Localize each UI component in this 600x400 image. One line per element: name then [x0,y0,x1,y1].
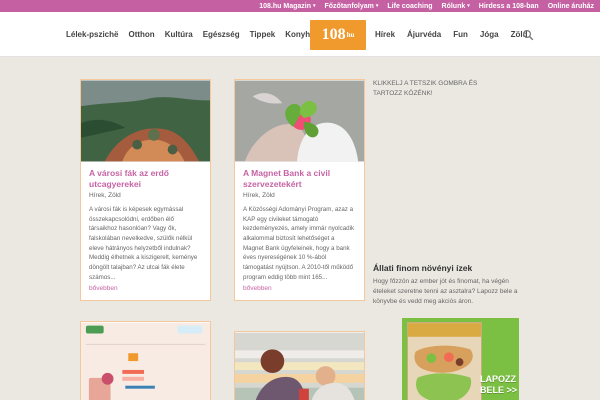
article-card-infographic[interactable] [80,321,211,400]
primary-nav-left: Lélek-pszichë Otthon Kultúra Egészség Ti… [66,12,315,57]
nav-item-joga[interactable]: Jóga [480,30,499,39]
article-card-magnet-bank[interactable]: A Magnet Bank a civil szervezetekért Hír… [234,79,365,301]
topbar-item-label: Online áruház [547,2,594,10]
book-promo-text: Hogy főzzön az ember jót és finomat, ha … [373,278,518,306]
article-card-supermarket[interactable] [234,331,365,400]
book-promo-title[interactable]: Állati finom növényi ízek [373,263,472,273]
facebook-invite-text: KLIKKELJ A TETSZIK GOMBRA ÉS TARTOZZ KÖZ… [373,80,478,98]
nav-item-egeszseg[interactable]: Egészség [203,30,240,39]
chevron-down-icon: ▾ [312,3,316,9]
chevron-down-icon: ▾ [467,3,470,9]
nav-item-lelek-psziche[interactable]: Lélek-pszichë [66,30,118,39]
article-categories[interactable]: Hírek, Zöld [243,192,356,199]
infographic-thumbnail[interactable] [81,322,210,400]
topbar-item-hirdess[interactable]: Hirdess a 108-ban [479,3,539,10]
top-utility-menu: 108.hu Magazin ▾ Főzőtanfolyam ▾ Life coac… [259,0,594,12]
topbar-item-label: 108.hu Magazin [259,2,311,10]
urban-trees-photo[interactable] [81,80,210,162]
topbar-item-fozotanfolyam[interactable]: Főzőtanfolyam ▾ [325,3,379,10]
book-cover[interactable]: LAPOZZ BELE >> [402,318,519,400]
primary-nav-right: Hírek Ájurvéda Fun Jóga Zöld [375,12,527,57]
article-title[interactable]: A Magnet Bank a civil szervezetekért [243,168,356,189]
read-more-link[interactable]: bővebben [89,285,202,292]
article-excerpt: A városi fák is képesek egymással összek… [89,206,198,281]
topbar-item-magazin[interactable]: 108.hu Magazin ▾ [259,3,315,10]
topbar-item-life-coaching[interactable]: Life coaching [387,3,432,10]
topbar-item-label: Főzőtanfolyam [324,2,374,10]
book-cta-label[interactable]: LAPOZZ BELE >> [480,374,519,396]
topbar-item-rolunk[interactable]: Rólunk ▾ [442,3,470,10]
book-cover-art [407,322,482,400]
topbar-item-label: Life coaching [387,2,433,10]
topbar-item-label: Rólunk [441,2,466,10]
article-title[interactable]: A városi fák az erdő utcagyerekei [89,168,202,189]
read-more-link[interactable]: bővebben [243,285,356,292]
site-header: Lélek-pszichë Otthon Kultúra Egészség Ti… [0,12,600,57]
logo-main: 108 [321,26,346,43]
article-card-urban-trees[interactable]: A városi fák az erdő utcagyerekei Hírek,… [80,79,211,301]
article-excerpt: A Közösségi Adományi Program, azaz a KAP… [243,206,355,281]
logo-sub: hu [346,30,355,39]
chevron-down-icon: ▾ [375,3,379,9]
site-logo[interactable]: 108 hu [310,20,366,50]
search-icon[interactable] [522,29,534,41]
nav-item-kultura[interactable]: Kultúra [165,30,193,39]
clover-hands-photo[interactable] [235,80,364,162]
nav-item-fun[interactable]: Fun [453,30,468,39]
supermarket-photo[interactable] [235,332,364,400]
article-categories[interactable]: Hírek, Zöld [89,192,202,199]
nav-item-otthon[interactable]: Otthon [128,30,154,39]
nav-item-tippek[interactable]: Tippek [250,30,276,39]
topbar-item-online-aruhaz[interactable]: Online áruház [548,3,594,10]
nav-item-hirek[interactable]: Hírek [375,30,395,39]
top-utility-bar: 108.hu Magazin ▾ Főzőtanfolyam ▾ Life coac… [0,0,600,12]
topbar-item-label: Hirdess a 108-ban [478,2,539,10]
nav-item-ajurveda[interactable]: Ájurvéda [407,30,441,39]
